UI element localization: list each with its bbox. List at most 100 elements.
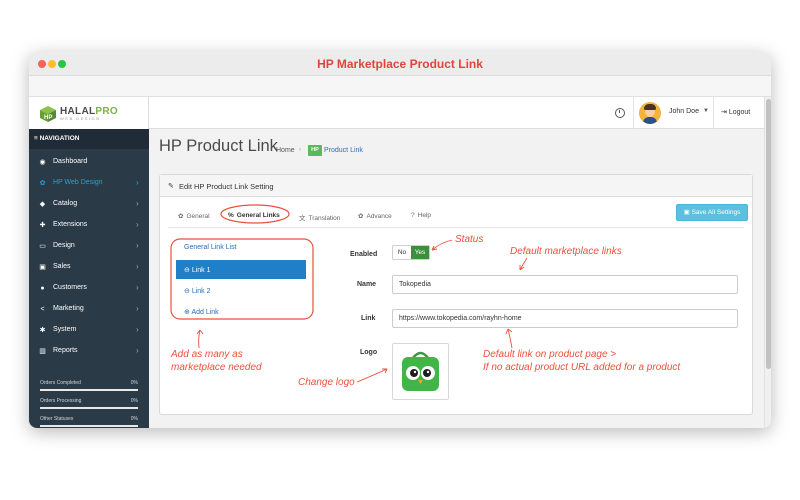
tab-translation[interactable]: 文 Translation xyxy=(299,212,340,224)
annotation-status: Status xyxy=(455,234,484,245)
gear-icon: ✿ xyxy=(178,213,184,220)
sidebar-item-system[interactable]: ✱ System › xyxy=(29,320,149,341)
name-label: Name xyxy=(357,281,377,288)
tab-advance[interactable]: ✿ Advance xyxy=(358,212,392,224)
bar-chart-icon: ▥ xyxy=(39,348,46,355)
tabs-divider xyxy=(168,227,744,228)
page-scrollbar[interactable] xyxy=(764,97,771,428)
scrollbar-thumb[interactable] xyxy=(766,99,771,369)
annotation-default-link-line2: If no actual product URL added for a pro… xyxy=(483,362,681,373)
monitor-icon: ▭ xyxy=(39,243,46,250)
clock-icon[interactable] xyxy=(615,108,625,118)
breadcrumb-badge: HP xyxy=(308,145,322,156)
chevron-right-icon: › xyxy=(136,178,139,187)
minus-circle-icon: ⊖ xyxy=(184,267,192,274)
sidebar-item-sales[interactable]: ▣ Sales › xyxy=(29,257,149,278)
logout-icon: ⇥ xyxy=(721,109,729,116)
sidebar: ≡ NAVIGATION ◉ Dashboard ✿ HP Web Design › … xyxy=(29,129,149,428)
progress-bar xyxy=(40,425,138,427)
progress-bar xyxy=(40,407,138,409)
stat-other-statuses: Other Statuses 0% xyxy=(38,413,140,428)
breadcrumb-current[interactable]: Product Link xyxy=(324,147,363,154)
toggle-no[interactable]: No xyxy=(393,246,411,259)
add-link-button[interactable]: ⊕ Add Link xyxy=(176,302,306,321)
logout-button[interactable]: ⇥ Logout xyxy=(721,108,750,116)
puzzle-icon: ✚ xyxy=(39,222,46,229)
annotation-default-link-line1: Default link on product page > xyxy=(483,349,617,360)
tab-general[interactable]: ✿ General xyxy=(178,212,210,224)
share-icon: < xyxy=(40,306,45,313)
breadcrumb-home[interactable]: Home xyxy=(276,147,295,154)
sidebar-item-reports[interactable]: ▥ Reports › xyxy=(29,341,149,362)
link-list-item[interactable]: ⊖ Link 2 xyxy=(176,281,306,300)
translate-icon: 文 xyxy=(299,215,306,222)
enabled-toggle[interactable]: No Yes xyxy=(392,245,430,260)
annotation-add-many-line1: Add as many as xyxy=(171,349,243,360)
sidebar-item-design[interactable]: ▭ Design › xyxy=(29,236,149,257)
tag-icon: ◆ xyxy=(39,201,46,208)
chevron-right-icon: › xyxy=(136,262,139,271)
user-name[interactable]: John Doe xyxy=(669,108,699,115)
sidebar-item-catalog[interactable]: ◆ Catalog › xyxy=(29,194,149,215)
stat-orders-completed: Orders Completed 0% xyxy=(38,377,140,395)
enabled-label: Enabled xyxy=(350,251,378,258)
settings-panel: ✎ Edit HP Product Link Setting ✿ General … xyxy=(159,174,753,415)
annotation-default-links: Default marketplace links xyxy=(510,246,622,257)
page-title: HP Product Link xyxy=(159,137,278,155)
chevron-right-icon: › xyxy=(136,241,139,250)
annotation-add-many-line2: marketplace needed xyxy=(171,362,262,373)
logo-cube-icon: HP xyxy=(40,106,56,122)
cog-icon: ✱ xyxy=(39,327,46,334)
chevron-right-icon: › xyxy=(136,325,139,334)
minus-circle-icon: ⊖ xyxy=(184,288,192,295)
panel-heading: ✎ Edit HP Product Link Setting xyxy=(160,175,752,197)
chevron-right-icon: › xyxy=(136,304,139,313)
link-list-item[interactable]: ⊖ Link 1 xyxy=(176,260,306,279)
annotation-change-logo: Change logo xyxy=(298,377,355,388)
chevron-right-icon: › xyxy=(136,220,139,229)
caret-down-icon[interactable]: ▼ xyxy=(703,108,709,114)
link-label: Link xyxy=(361,315,376,322)
gear-icon: ✿ xyxy=(39,180,46,187)
nav-header: ≡ NAVIGATION xyxy=(29,129,149,149)
gear-icon: ✿ xyxy=(358,213,364,220)
name-field[interactable]: Tokopedia xyxy=(392,275,738,294)
brand-logo[interactable]: HP HALALPRO WEB DESIGN xyxy=(29,97,149,129)
divider xyxy=(713,97,714,129)
tokopedia-logo-icon xyxy=(402,351,439,391)
link-list-title: General Link List xyxy=(184,244,237,251)
divider xyxy=(633,97,634,129)
pencil-icon: ✎ xyxy=(168,183,174,190)
svg-text:HP: HP xyxy=(44,115,52,121)
chevron-right-icon: › xyxy=(136,199,139,208)
window-titlebar: HP Marketplace Product Link xyxy=(29,52,771,76)
tab-help[interactable]: ? Help xyxy=(411,212,431,224)
logo-label: Logo xyxy=(360,349,378,356)
chevron-right-icon: › xyxy=(136,283,139,292)
sidebar-item-extensions[interactable]: ✚ Extensions › xyxy=(29,215,149,236)
sidebar-item-marketing[interactable]: < Marketing › xyxy=(29,299,149,320)
toolbar-strip xyxy=(29,76,771,97)
chevron-right-icon: › xyxy=(136,346,139,355)
logo-upload[interactable] xyxy=(392,343,449,400)
user-icon: ● xyxy=(40,285,45,292)
sidebar-item-dashboard[interactable]: ◉ Dashboard xyxy=(29,152,149,173)
link-list: General Link List ⊖ Link 1 ⊖ Link 2 ⊕ Ad… xyxy=(176,238,306,320)
link-field[interactable]: https://www.tokopedia.com/rayhn-home xyxy=(392,309,738,328)
cart-icon: ▣ xyxy=(39,264,46,271)
progress-bar xyxy=(40,389,138,391)
menu-icon: ≡ xyxy=(34,135,38,142)
tab-general-links[interactable]: % General Links xyxy=(228,212,280,224)
window-title: HP Marketplace Product Link xyxy=(317,57,483,71)
breadcrumb-separator: › xyxy=(299,147,301,153)
top-header: HP HALALPRO WEB DESIGN John Doe ▼ ⇥ Logo… xyxy=(29,97,764,129)
sidebar-item-hp-web-design[interactable]: ✿ HP Web Design › xyxy=(29,173,149,194)
main-content: HP Product Link Home › HP Product Link ✎… xyxy=(149,129,764,428)
save-all-settings-button[interactable]: ▣ Save All Settings xyxy=(676,204,748,221)
help-icon: ? xyxy=(411,212,415,219)
toggle-yes[interactable]: Yes xyxy=(411,246,429,259)
logo-tagline: WEB DESIGN xyxy=(60,116,101,121)
sidebar-item-customers[interactable]: ● Customers › xyxy=(29,278,149,299)
save-icon: ▣ xyxy=(683,209,692,216)
avatar[interactable] xyxy=(639,102,661,124)
